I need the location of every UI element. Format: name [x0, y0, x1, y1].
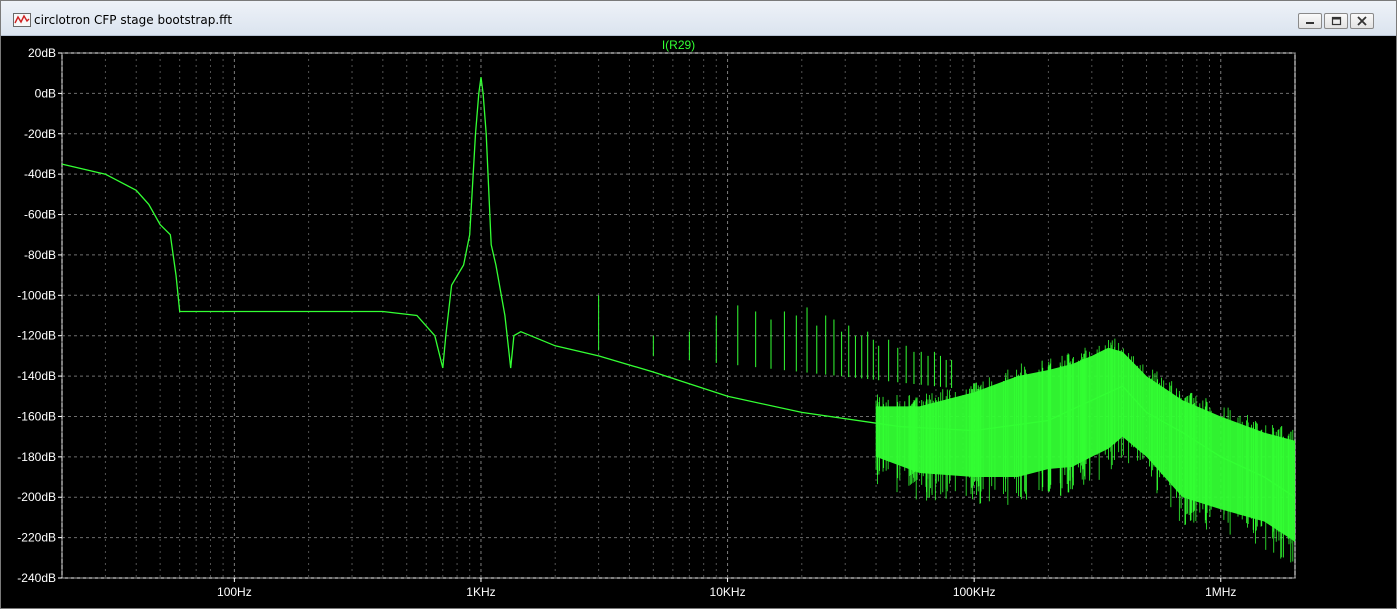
plot-border — [61, 52, 1296, 579]
y-tick-label: -160dB — [17, 409, 56, 423]
y-tick-label: -80dB — [24, 248, 56, 262]
maximize-button[interactable] — [1324, 13, 1348, 29]
fft-chart[interactable]: 20dB 0dB -20dB -40dB -60dB -80dB -100dB -120dB -… — [1, 36, 1396, 608]
y-tick-label: -220dB — [17, 531, 56, 545]
maximize-icon — [1331, 16, 1342, 26]
x-tick-label: 100KHz — [953, 585, 996, 599]
x-tick-label: 1KHz — [466, 585, 495, 599]
minimize-icon — [1306, 22, 1314, 24]
y-tick-label: 20dB — [28, 46, 56, 60]
x-tick-label: 1MHz — [1205, 585, 1236, 599]
y-tick-label: -120dB — [17, 329, 56, 343]
minimize-button[interactable] — [1298, 13, 1322, 29]
y-tick-label: -40dB — [24, 167, 56, 181]
waveform-icon — [13, 13, 31, 27]
y-tick-label: -60dB — [24, 208, 56, 222]
window-title: circlotron CFP stage bootstrap.fft — [34, 13, 233, 27]
y-tick-label: -100dB — [17, 288, 56, 302]
x-tick-label: 100Hz — [217, 585, 252, 599]
y-tick-label: 0dB — [35, 86, 56, 100]
title-bar[interactable]: circlotron CFP stage bootstrap.fft — [1, 1, 1396, 36]
y-tick-label: -140dB — [17, 369, 56, 383]
x-tick-label: 10KHz — [710, 585, 746, 599]
y-tick-label: -200dB — [17, 490, 56, 504]
y-tick-label: -180dB — [17, 450, 56, 464]
plot-area[interactable]: 20dB 0dB -20dB -40dB -60dB -80dB -100dB -120dB -… — [1, 36, 1396, 608]
app-window: circlotron CFP stage bootstrap.fft 20dB 0… — [0, 0, 1397, 609]
close-button[interactable] — [1350, 13, 1374, 29]
y-tick-label: -240dB — [17, 571, 56, 585]
trace-label: I(R29) — [662, 38, 695, 52]
y-tick-label: -20dB — [24, 127, 56, 141]
noise-floor-band — [876, 347, 1295, 542]
close-icon — [1357, 16, 1367, 26]
